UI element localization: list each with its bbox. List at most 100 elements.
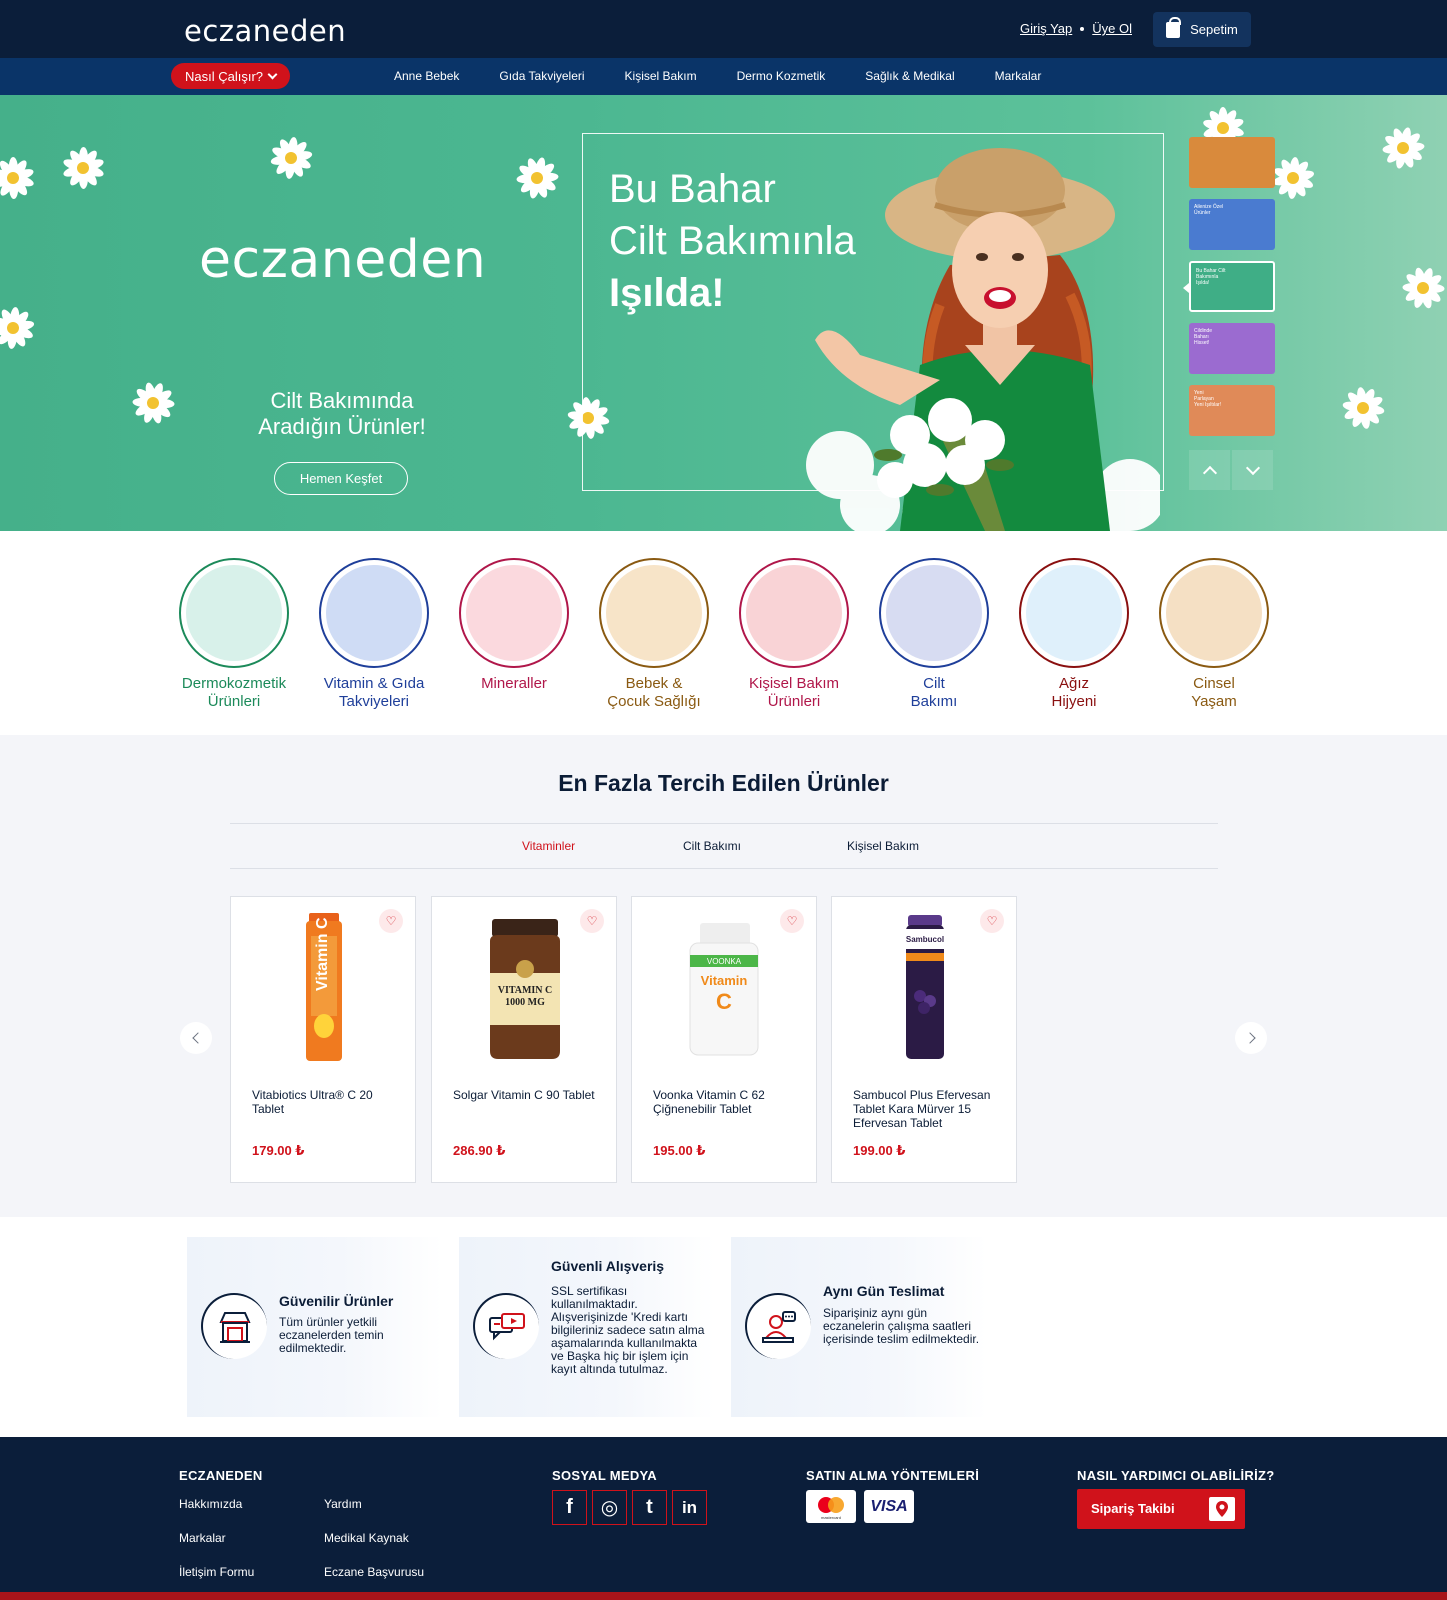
favorite-button[interactable]: ♡ [580,909,604,933]
product-image: Sambucol [906,915,944,1059]
product-card[interactable]: Sambucol ♡ Sambucol Plus Efervesan Table… [831,896,1017,1183]
nav-saglik-medikal[interactable]: Sağlık & Medikal [865,69,954,83]
linkedin-icon[interactable]: in [672,1490,707,1525]
category-image [179,558,289,668]
product-card[interactable]: VOONKA Vitamin C ♡ Voonka Vitamin C 62 Ç… [631,896,817,1183]
divider [230,823,1218,824]
hero-title-line3: Işılda! [609,271,725,315]
feature-same-day-delivery: Aynı Gün Teslimat Siparişiniz aynı gün e… [731,1237,987,1417]
favorite-button[interactable]: ♡ [980,909,1004,933]
hero-thumbnail-1[interactable] [1189,137,1275,188]
footer-red-band [0,1592,1447,1600]
product-price: 179.00 ₺ [252,1143,305,1158]
social-links: f ◎ t in [552,1490,707,1525]
thumbnail-down-button[interactable] [1232,450,1273,490]
login-link[interactable]: Giriş Yap [1020,21,1072,36]
category-cinsel-yasam[interactable]: Cinsel Yaşam [1144,558,1284,711]
facebook-icon[interactable]: f [552,1490,587,1525]
heart-icon: ♡ [986,914,998,928]
thumbnail-up-button[interactable] [1189,450,1230,490]
section-title: En Fazla Tercih Edilen Ürünler [558,770,889,796]
category-photo [746,565,842,661]
how-it-works-button[interactable]: Nasıl Çalışır? [171,63,290,89]
hero-banner[interactable]: eczaneden Cilt Bakımında Aradığın Ürünle… [0,95,1447,531]
footer-link-iletisim[interactable]: İletişim Formu [179,1565,254,1579]
product-name: Vitabiotics Ultra® C 20 Tablet [252,1088,373,1116]
hero-cta-button[interactable]: Hemen Keşfet [274,462,408,495]
shopping-bag-icon [1166,16,1182,38]
carousel-next-button[interactable] [1235,1022,1267,1054]
daisy-icon [1400,265,1446,311]
instagram-icon[interactable]: ◎ [592,1490,627,1525]
chevron-right-icon [1243,1032,1256,1044]
order-tracking-button[interactable]: Sipariş Takibi [1077,1489,1245,1529]
category-photo [1026,565,1122,661]
separator-dot [1080,26,1085,31]
product-name: Voonka Vitamin C 62 Çiğnenebilir Tablet [653,1088,765,1116]
footer-link-hakkimizda[interactable]: Hakkımızda [179,1497,242,1511]
footer-link-eczane-basvurusu[interactable]: Eczane Başvurusu [324,1565,424,1579]
svg-text:mastercard: mastercard [821,1515,841,1520]
category-label: Kişisel Bakım Ürünleri [748,675,840,710]
carousel-prev-button[interactable] [180,1022,212,1054]
category-image [879,558,989,668]
category-agiz-hijyeni[interactable]: Ağız Hijyeni [1004,558,1144,711]
category-vitamin-gida[interactable]: Vitamin & Gıda Takviyeleri [304,558,444,711]
delivery-support-icon [745,1293,811,1359]
category-image [1159,558,1269,668]
register-link[interactable]: Üye Ol [1092,21,1132,36]
hero-thumbnail-2[interactable]: Ailenize Özel Ürünler [1189,199,1275,250]
daisy-icon [1340,385,1386,431]
daisy-icon [0,305,36,351]
category-photo [886,565,982,661]
category-photo [606,565,702,661]
tab-kisisel-bakim[interactable]: Kişisel Bakım [847,839,919,853]
product-name: Solgar Vitamin C 90 Tablet [453,1088,595,1102]
category-label: Dermokozmetik Ürünleri [181,675,287,710]
svg-text:1000 MG: 1000 MG [505,997,545,1008]
category-image [1019,558,1129,668]
category-cilt-bakimi[interactable]: Cilt Bakımı [864,558,1004,711]
category-label: Cilt Bakımı [910,675,958,710]
features-section: Güvenilir Ürünler Tüm ürünler yetkili ec… [0,1217,1447,1437]
nav-anne-bebek[interactable]: Anne Bebek [394,69,459,83]
site-logo[interactable]: eczaneden [184,14,346,48]
category-mineraller[interactable]: Mineraller [444,558,584,693]
twitter-icon[interactable]: t [632,1490,667,1525]
nav-markalar[interactable]: Markalar [995,69,1042,83]
category-bebek-cocuk[interactable]: Bebek & Çocuk Sağlığı [584,558,724,711]
favorite-button[interactable]: ♡ [379,909,403,933]
heart-icon: ♡ [586,914,598,928]
auth-links: Giriş Yap Üye Ol [1020,21,1132,36]
hero-thumbnail-4[interactable]: Cildinde Baharı Hisset! [1189,323,1275,374]
hero-thumbnail-5[interactable]: Yeni Parlayan Yeni Işıltılar! [1189,385,1275,436]
nav-kisisel-bakim[interactable]: Kişisel Bakım [625,69,697,83]
hero-subtitle-line1: Cilt Bakımında [270,388,414,413]
category-label: Mineraller [481,675,547,692]
divider [230,868,1218,869]
cart-label: Sepetim [1190,22,1238,37]
svg-text:C: C [716,989,732,1014]
category-strip: Dermokozmetik Ürünleri Vitamin & Gıda Takv… [0,531,1447,735]
footer-title-eczaneden: ECZANEDEN [179,1468,263,1483]
category-kisisel-bakim[interactable]: Kişisel Bakım Ürünleri [724,558,864,711]
favorite-button[interactable]: ♡ [780,909,804,933]
footer-title-social: SOSYAL MEDYA [552,1468,657,1483]
product-card[interactable]: VITAMIN C 1000 MG ♡ Solgar Vitamin C 90 … [431,896,617,1183]
chevron-down-icon [1245,460,1260,475]
footer-link-markalar[interactable]: Markalar [179,1531,226,1545]
category-photo [1166,565,1262,661]
footer-link-medikal-kaynak[interactable]: Medikal Kaynak [324,1531,409,1545]
hero-thumbnail-3[interactable]: Bu Bahar Cilt Bakımınla Işılda! [1183,261,1275,312]
visa-label: VISA [870,1497,908,1515]
footer-link-yardim[interactable]: Yardım [324,1497,362,1511]
cart-button[interactable]: Sepetim [1153,12,1251,47]
category-dermokozmetik[interactable]: Dermokozmetik Ürünleri [164,558,304,711]
nav-dermo-kozmetik[interactable]: Dermo Kozmetik [737,69,826,83]
footer-title-payment: SATIN ALMA YÖNTEMLERİ [806,1468,980,1483]
tab-cilt-bakimi[interactable]: Cilt Bakımı [683,839,741,853]
tab-vitaminler[interactable]: Vitaminler [522,839,575,853]
popular-products-section: En Fazla Tercih Edilen Ürünler Vitaminle… [0,735,1447,1217]
nav-gida-takviyeleri[interactable]: Gıda Takviyeleri [499,69,584,83]
product-card[interactable]: Vitamin C ♡ Vitabiotics Ultra® C 20 Tabl… [230,896,416,1183]
